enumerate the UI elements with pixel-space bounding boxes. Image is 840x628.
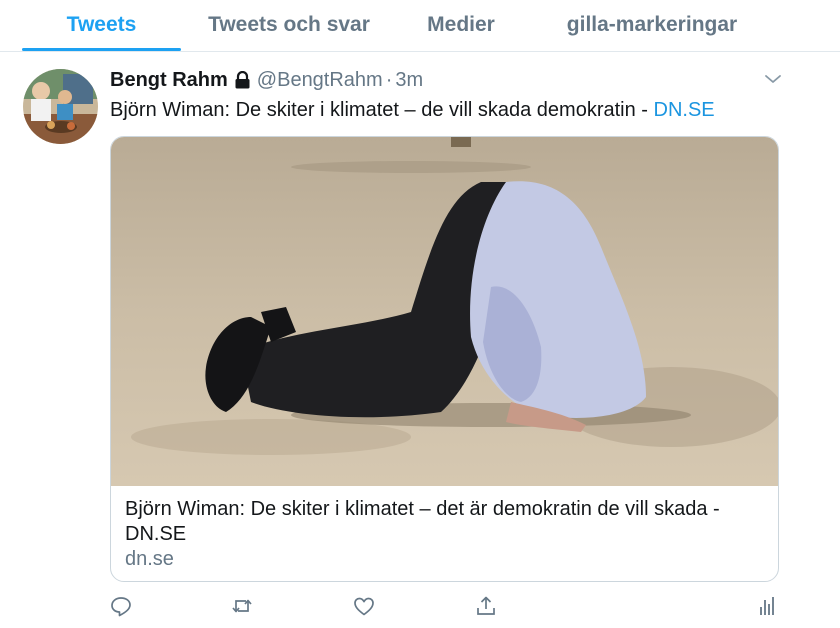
link-card[interactable]: Björn Wiman: De skiter i klimatet – det … bbox=[110, 136, 779, 582]
tweet-body: Björn Wiman: De skiter i klimatet – de v… bbox=[110, 99, 654, 121]
card-image bbox=[111, 137, 778, 486]
tweet-timestamp[interactable]: 3m bbox=[395, 69, 423, 92]
avatar-photo bbox=[23, 69, 98, 144]
chevron-down-icon[interactable] bbox=[763, 70, 783, 88]
like-icon[interactable] bbox=[352, 594, 376, 618]
lock-icon bbox=[235, 71, 250, 89]
display-name[interactable]: Bengt Rahm bbox=[110, 69, 228, 92]
card-text: Björn Wiman: De skiter i klimatet – det … bbox=[125, 497, 765, 572]
user-handle[interactable]: @BengtRahm bbox=[257, 69, 383, 92]
tab-media[interactable]: Medier bbox=[412, 0, 510, 52]
tab-tweets[interactable]: Tweets bbox=[22, 0, 181, 52]
profile-tabs: Tweets Tweets och svar Medier gilla-mark… bbox=[0, 0, 840, 52]
active-tab-indicator bbox=[22, 48, 181, 51]
tweet-text: Björn Wiman: De skiter i klimatet – de v… bbox=[110, 97, 715, 123]
analytics-icon[interactable] bbox=[755, 594, 779, 618]
avatar[interactable] bbox=[23, 69, 98, 144]
separator-dot: · bbox=[385, 68, 393, 91]
retweet-icon[interactable] bbox=[230, 594, 254, 618]
tab-tweets-and-replies[interactable]: Tweets och svar bbox=[200, 0, 378, 52]
reply-icon[interactable] bbox=[109, 594, 133, 618]
tweet-link[interactable]: DN.SE bbox=[654, 99, 715, 121]
card-title: Björn Wiman: De skiter i klimatet – det … bbox=[125, 498, 720, 545]
card-domain: dn.se bbox=[125, 548, 174, 570]
tweet-header: Bengt Rahm @BengtRahm · 3m bbox=[110, 66, 423, 94]
tab-likes[interactable]: gilla-markeringar bbox=[556, 0, 748, 52]
share-icon[interactable] bbox=[474, 594, 498, 618]
